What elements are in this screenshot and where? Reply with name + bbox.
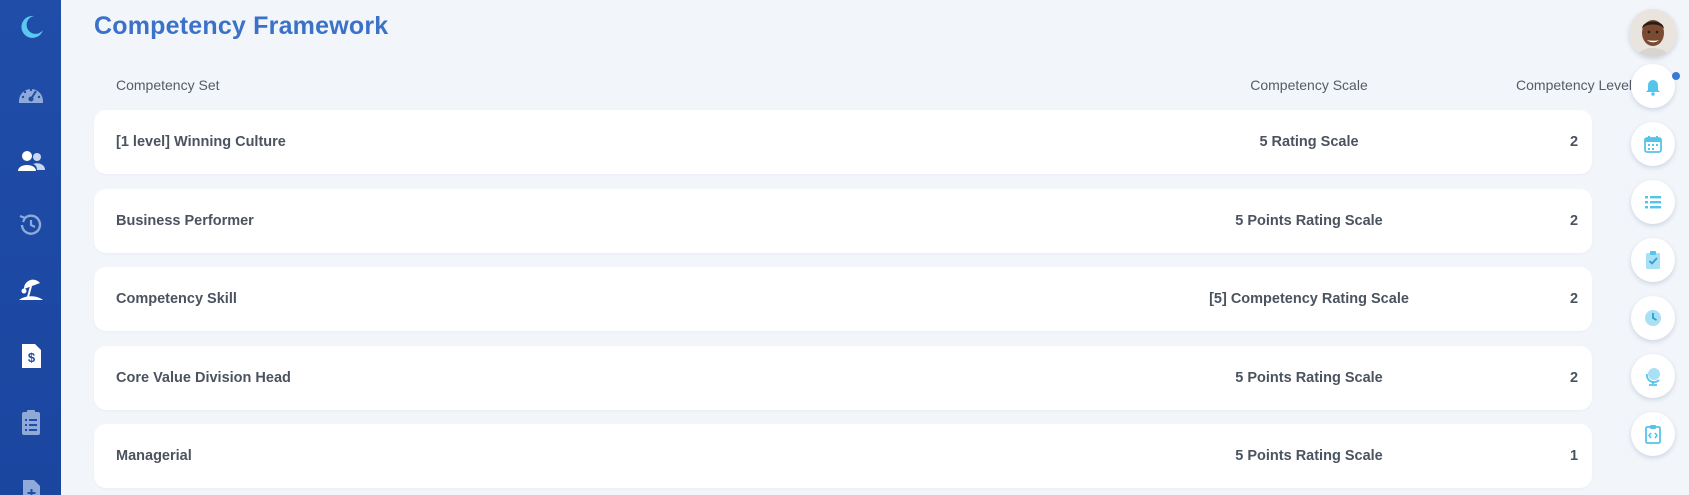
competency-scale-cell: 5 Points Rating Scale [1235, 448, 1383, 464]
globe-button[interactable] [1631, 354, 1675, 398]
competency-scale-cell: [5] Competency Rating Scale [1209, 291, 1409, 307]
table-row[interactable]: Competency Skill [5] Competency Rating S… [94, 267, 1592, 331]
table-row[interactable]: Business Performer 5 Points Rating Scale… [94, 189, 1592, 253]
globe-icon [1646, 368, 1660, 386]
column-header-competency-scale: Competency Scale [1250, 77, 1368, 93]
competency-set-cell: Competency Skill [116, 291, 237, 307]
beach-umbrella-icon[interactable] [0, 270, 61, 310]
table-row[interactable]: Core Value Division Head 5 Points Rating… [94, 346, 1592, 410]
history-clock-icon[interactable] [0, 205, 61, 245]
list-icon [1645, 196, 1661, 209]
clock-button[interactable] [1631, 296, 1675, 340]
calendar-icon [1644, 136, 1662, 153]
table-row[interactable]: Managerial 5 Points Rating Scale 1 [94, 424, 1592, 488]
moon-logo-icon[interactable] [0, 7, 61, 47]
competency-set-cell: Core Value Division Head [116, 370, 291, 386]
competency-scale-cell: 5 Points Rating Scale [1235, 213, 1383, 229]
clipboard-check-icon [1646, 251, 1660, 269]
notification-badge [1672, 72, 1680, 80]
clock-icon [1645, 310, 1661, 326]
add-document-icon[interactable] [0, 470, 61, 495]
list-button[interactable] [1631, 180, 1675, 224]
avatar[interactable] [1629, 9, 1677, 57]
column-header-competency-set: Competency Set [116, 77, 220, 93]
people-icon[interactable] [0, 141, 61, 181]
calendar-button[interactable] [1631, 122, 1675, 166]
dashboard-gauge-icon[interactable] [0, 75, 61, 115]
code-clipboard-icon [1645, 425, 1661, 444]
left-sidebar: $ [0, 0, 61, 495]
page-title: Competency Framework [94, 12, 389, 40]
code-clipboard-button[interactable] [1631, 412, 1675, 456]
bell-button[interactable] [1631, 64, 1675, 108]
table-row[interactable]: [1 level] Winning Culture 5 Rating Scale… [94, 110, 1592, 174]
payroll-document-icon[interactable]: $ [0, 336, 61, 376]
bell-icon [1646, 80, 1660, 96]
svg-text:$: $ [27, 350, 35, 365]
competency-set-cell: [1 level] Winning Culture [116, 134, 286, 150]
competency-scale-cell: 5 Rating Scale [1259, 134, 1359, 150]
clipboard-check-button[interactable] [1631, 238, 1675, 282]
competency-scale-cell: 5 Points Rating Scale [1235, 370, 1383, 386]
competency-set-cell: Managerial [116, 448, 192, 464]
clipboard-list-icon[interactable] [0, 402, 61, 442]
competency-set-cell: Business Performer [116, 213, 254, 229]
